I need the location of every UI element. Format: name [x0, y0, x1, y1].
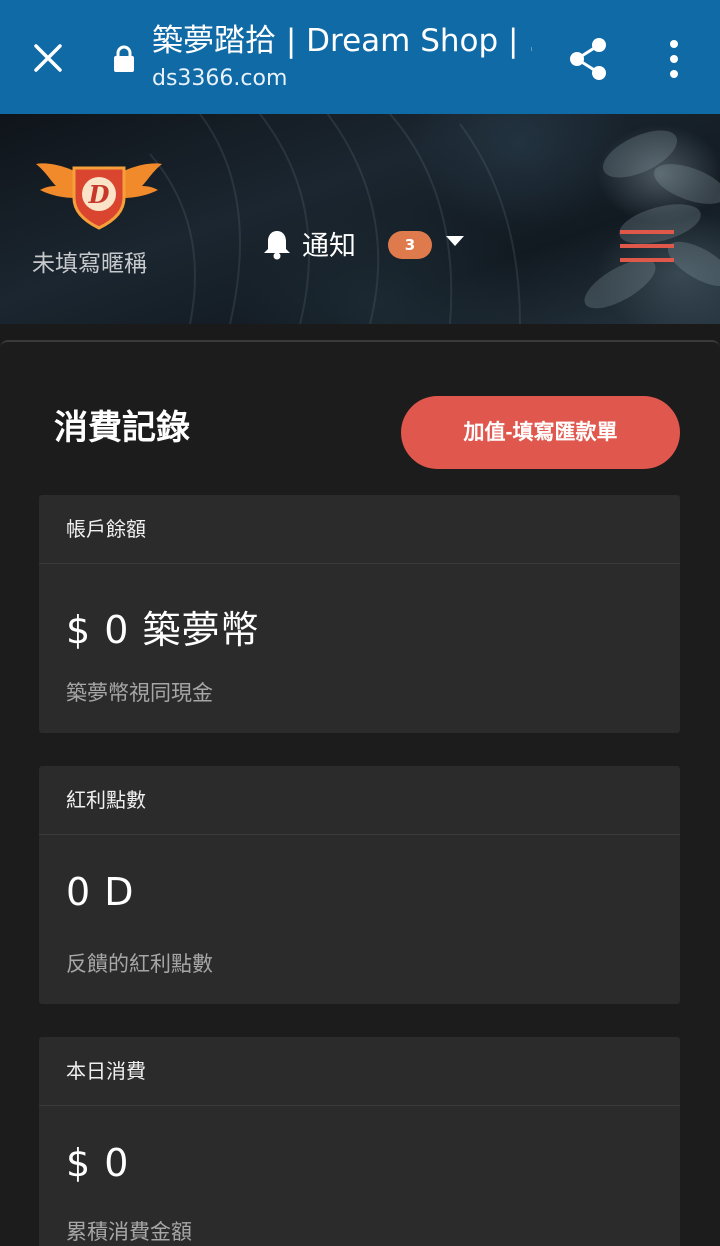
page-title: 消費記錄	[54, 408, 190, 448]
topup-button[interactable]: 加值-填寫匯款單	[401, 396, 680, 469]
card-note: 築夢幣視同現金	[66, 681, 213, 705]
card-heading: 本日消費	[39, 1037, 680, 1106]
balance-card: 帳戶餘額 $ 0 築夢幣 築夢幣視同現金	[39, 495, 680, 733]
notify-label[interactable]: 通知	[302, 224, 356, 263]
browser-toolbar: 築夢踏拾 | Dream Shop | ... ds3366.com	[0, 0, 720, 114]
browser-page-title: 築夢踏拾 | Dream Shop | ...	[152, 23, 532, 59]
more-vert-icon[interactable]	[662, 38, 686, 80]
card-note: 累積消費金額	[66, 1220, 192, 1244]
bell-icon[interactable]	[262, 228, 292, 260]
today-spend-card: 本日消費 $ 0 累積消費金額	[39, 1037, 680, 1246]
share-icon[interactable]	[566, 36, 610, 82]
card-value: $ 0	[66, 1141, 130, 1185]
hamburger-icon[interactable]	[620, 228, 674, 264]
card-heading: 紅利點數	[39, 766, 680, 835]
user-nickname[interactable]: 未填寫暱稱	[32, 244, 147, 278]
site-header: D 未填寫暱稱 通知 3	[0, 114, 720, 324]
logo-icon[interactable]: D	[34, 154, 164, 234]
main-panel: 消費記錄 加值-填寫匯款單 帳戶餘額 $ 0 築夢幣 築夢幣視同現金 紅利點數 …	[0, 340, 720, 1246]
notify-count-badge: 3	[388, 231, 432, 259]
caret-down-icon[interactable]	[446, 236, 464, 246]
card-note: 反饋的紅利點數	[66, 952, 213, 976]
browser-url[interactable]: ds3366.com	[152, 64, 287, 94]
card-value: $ 0 築夢幣	[66, 608, 260, 652]
card-value: 0 D	[66, 870, 135, 914]
svg-text:D: D	[88, 180, 110, 209]
bonus-points-card: 紅利點數 0 D 反饋的紅利點數	[39, 766, 680, 1004]
lock-icon	[114, 45, 134, 72]
close-icon[interactable]	[30, 40, 66, 76]
card-heading: 帳戶餘額	[39, 495, 680, 564]
